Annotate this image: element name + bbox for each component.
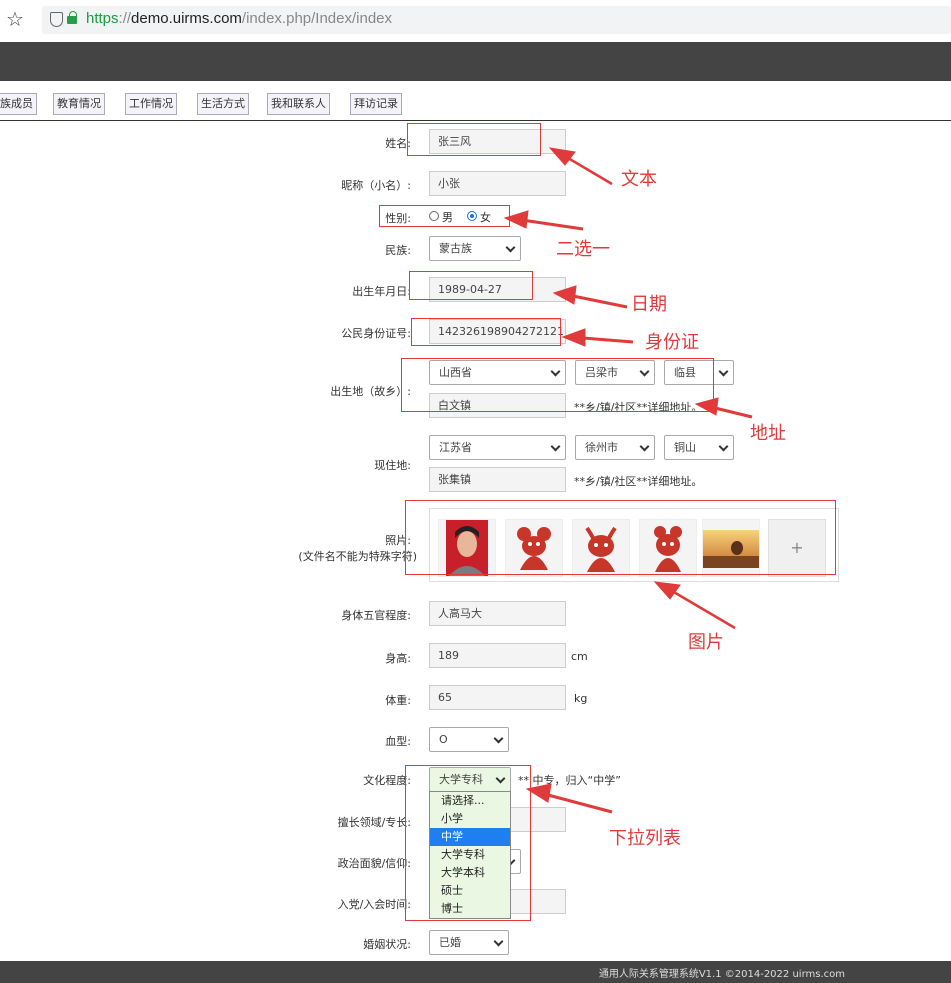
footer-copyright: 通用人际关系管理系统V1.1 ©2014-2022 uirms.com	[598, 969, 845, 980]
arrow-head-text	[548, 147, 576, 166]
footer: 通用人际关系管理系统V1.1 ©2014-2022 uirms.com	[0, 961, 951, 983]
arrow-head-idcard	[561, 328, 586, 347]
annotation-dropdown: 下拉列表	[609, 828, 681, 849]
annotation-idcard: 身份证	[645, 332, 699, 353]
arrow-line-idcard	[582, 336, 634, 344]
arrow-line-address	[714, 406, 753, 419]
arrow-line-choice	[521, 218, 584, 231]
arrow-line-image	[671, 589, 736, 630]
arrow-head-date	[552, 285, 577, 305]
annotation-date: 日期	[631, 294, 667, 315]
annotation-text: 文本	[621, 169, 657, 190]
annotation-image: 图片	[688, 632, 724, 653]
annotation-arrows	[503, 147, 753, 814]
arrow-head-address	[694, 397, 719, 416]
annotation-choice: 二选一	[556, 239, 610, 260]
arrow-head-dropdown	[525, 783, 552, 803]
arrow-head-choice	[503, 210, 529, 229]
arrow-line-text	[567, 156, 613, 186]
annotation-address: 地址	[750, 423, 786, 444]
arrow-line-dropdown	[547, 793, 613, 814]
arrow-line-date	[572, 294, 628, 309]
arrow-head-image	[653, 581, 681, 600]
